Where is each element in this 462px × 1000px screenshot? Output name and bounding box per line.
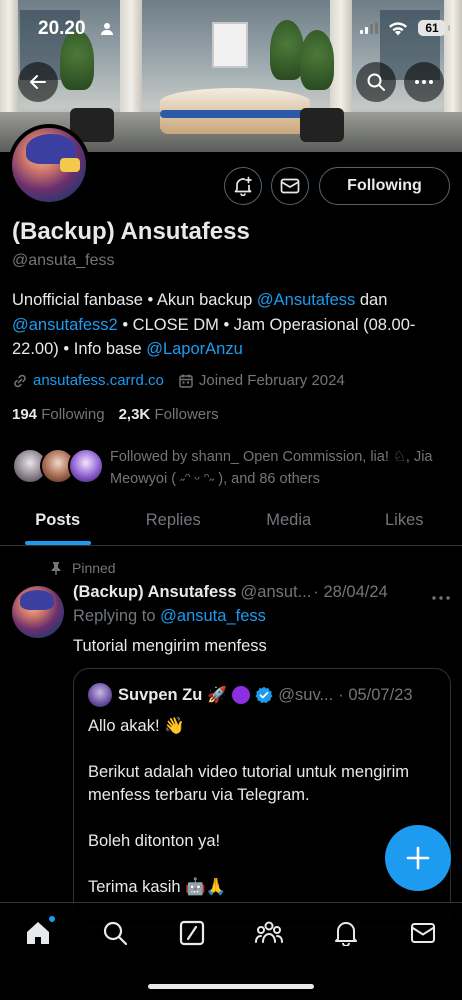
bell-plus-icon <box>234 176 252 196</box>
arrow-left-icon <box>30 75 46 89</box>
quote-header: Suvpen Zu 🚀 @suv... · 05/07/23 <box>88 683 413 707</box>
link-icon <box>14 374 26 387</box>
pin-icon <box>51 562 61 575</box>
back-button[interactable] <box>18 62 58 102</box>
envelope-icon <box>280 178 300 194</box>
more-dots-icon <box>432 596 450 600</box>
mention-link[interactable]: @LaporAnzu <box>146 340 243 358</box>
rocket-emoji: 🚀 <box>207 687 228 704</box>
battery-indicator: 61 <box>418 20 450 36</box>
bell-icon <box>335 922 357 946</box>
pinned-label: Pinned <box>50 560 116 576</box>
plus-icon <box>406 846 430 870</box>
tweet-more-button[interactable] <box>432 584 450 605</box>
message-button[interactable] <box>271 167 309 205</box>
more-options-button[interactable] <box>404 62 444 102</box>
tweet-header: (Backup) Ansutafess @ansut... · 28/04/24 <box>73 583 453 602</box>
verified-badge-icon <box>255 686 273 704</box>
nav-home[interactable] <box>22 915 56 949</box>
people-icon <box>255 921 283 943</box>
following-count-link[interactable]: 194 Following <box>12 406 105 423</box>
search-button[interactable] <box>356 62 396 102</box>
tab-likes[interactable]: Likes <box>347 496 462 545</box>
search-icon <box>367 73 385 91</box>
person-icon <box>101 23 113 35</box>
nav-messages[interactable] <box>407 917 439 949</box>
quoted-tweet[interactable]: Suvpen Zu 🚀 @suv... · 05/07/23 Allo akak… <box>73 668 451 928</box>
signal-icon <box>360 22 378 34</box>
quote-author-name: Suvpen Zu <box>118 685 203 704</box>
followed-by-text: Followed by shann_ Open Commission, lia!… <box>110 449 433 487</box>
home-icon <box>27 922 49 944</box>
purple-circle-emoji <box>232 686 251 704</box>
profile-tabs: Posts Replies Media Likes <box>0 496 462 546</box>
compose-button[interactable] <box>385 825 451 891</box>
nav-search[interactable] <box>99 917 131 949</box>
tab-posts[interactable]: Posts <box>0 496 116 545</box>
nav-communities[interactable] <box>253 917 285 949</box>
slash-box-icon <box>179 920 205 946</box>
tweet-text: Tutorial mengirim menfess <box>73 637 267 655</box>
mention-link[interactable]: @ansutafess2 <box>12 316 118 334</box>
followers-count-link[interactable]: 2,3K Followers <box>119 406 219 423</box>
nav-notifications[interactable] <box>330 917 362 949</box>
follower-avatar <box>68 448 104 484</box>
quote-body: Allo akak! 👋 Berikut adalah video tutori… <box>88 717 410 896</box>
followed-by-row[interactable]: Followed by shann_ Open Commission, lia!… <box>12 446 452 490</box>
calendar-icon <box>179 374 193 388</box>
mention-link[interactable]: @Ansutafess <box>257 291 355 309</box>
home-notification-dot <box>48 915 56 923</box>
profile-handle: @ansuta_fess <box>12 252 115 269</box>
profile-meta: ansutafess.carrd.co Joined February 2024 <box>12 372 359 389</box>
more-dots-icon <box>415 80 433 84</box>
tweet-date: · 28/04/24 <box>313 583 388 601</box>
tweet-author-handle: @ansut... <box>240 583 312 601</box>
search-icon <box>103 921 128 946</box>
status-bar: 20.20 61 <box>0 0 462 60</box>
tweet-author-name[interactable]: (Backup) Ansutafess <box>73 583 237 602</box>
profile-name: (Backup) Ansutafess <box>12 218 250 245</box>
replying-to-link[interactable]: @ansuta_fess <box>160 607 266 625</box>
tweet-author-avatar[interactable] <box>12 586 64 638</box>
wifi-icon <box>389 21 407 35</box>
tab-media[interactable]: Media <box>231 496 347 545</box>
tab-replies[interactable]: Replies <box>116 496 232 545</box>
notifications-toggle-button[interactable] <box>224 167 262 205</box>
following-button[interactable]: Following <box>319 167 450 205</box>
quote-date: · 05/07/23 <box>338 685 413 704</box>
quote-author-handle: @suv... <box>278 685 334 704</box>
follow-counts: 194 Following 2,3K Followers <box>12 406 219 423</box>
nav-grok[interactable] <box>176 917 208 949</box>
joined-date: Joined February 2024 <box>198 372 345 389</box>
profile-avatar[interactable] <box>8 124 90 206</box>
quote-author-avatar <box>88 683 112 707</box>
status-time: 20.20 <box>38 18 86 39</box>
replying-to: Replying to @ansuta_fess <box>73 607 266 625</box>
envelope-icon <box>411 923 435 943</box>
profile-bio: Unofficial fanbase • Akun backup @Ansuta… <box>12 291 416 358</box>
website-link[interactable]: ansutafess.carrd.co <box>33 372 164 389</box>
home-indicator <box>148 984 314 989</box>
